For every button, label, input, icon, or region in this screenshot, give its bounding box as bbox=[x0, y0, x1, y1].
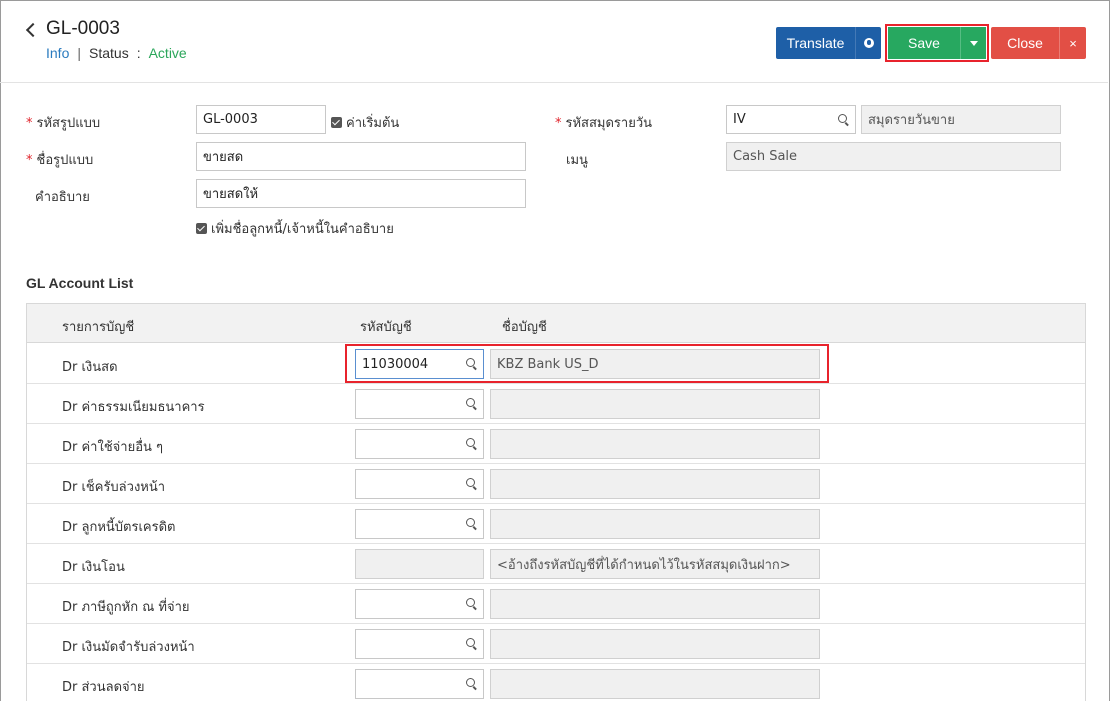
table-row: Dr ส่วนลดจ่าย bbox=[27, 664, 1085, 701]
account-name-field bbox=[490, 389, 820, 419]
globe-icon bbox=[863, 38, 874, 48]
search-icon[interactable] bbox=[466, 638, 478, 650]
journal-code-input[interactable]: IV bbox=[726, 105, 856, 134]
table-row: Dr เช็ครับล่วงหน้า bbox=[27, 464, 1085, 504]
search-icon[interactable] bbox=[466, 598, 478, 610]
add-name-checkbox-label: เพิ่มชื่อลูกหนี้/เจ้าหนี้ในคำอธิบาย bbox=[211, 222, 394, 237]
separator: | bbox=[77, 45, 81, 61]
menu-field: Cash Sale bbox=[726, 142, 1061, 171]
search-icon[interactable] bbox=[466, 478, 478, 490]
search-icon[interactable] bbox=[466, 438, 478, 450]
journal-code-label: * รหัสสมุดรายวัน bbox=[555, 116, 653, 131]
account-code-input[interactable] bbox=[355, 589, 484, 619]
status-line: Info | Status : Active bbox=[46, 45, 187, 61]
journal-name-field: สมุดรายวันขาย bbox=[861, 105, 1061, 134]
account-name-field bbox=[490, 629, 820, 659]
page-title: GL-0003 bbox=[46, 18, 120, 39]
description-input[interactable]: ขายสดให้ bbox=[196, 179, 526, 208]
checkbox-checked-icon bbox=[331, 117, 342, 128]
table-row: Dr ภาษีถูกหัก ณ ที่จ่าย bbox=[27, 584, 1085, 624]
translate-button[interactable]: Translate bbox=[776, 27, 855, 59]
account-code-input[interactable] bbox=[355, 669, 484, 699]
template-code-label: * รหัสรูปแบบ bbox=[26, 116, 101, 131]
column-header-name: ชื่อบัญชี bbox=[502, 320, 547, 335]
menu-label: เมนู bbox=[566, 153, 588, 168]
status-label: Status bbox=[89, 45, 129, 61]
info-link[interactable]: Info bbox=[46, 45, 69, 61]
table-row: Dr ลูกหนี้บัตรเครดิต bbox=[27, 504, 1085, 544]
back-chevron-icon[interactable] bbox=[24, 18, 38, 42]
gl-section-title: GL Account List bbox=[26, 275, 134, 291]
row-account-label: Dr ส่วนลดจ่าย bbox=[62, 680, 145, 695]
account-name-field bbox=[490, 429, 820, 459]
table-row: Dr เงินโอน <อ้างถึงรหัสบัญชีที่ได้กำหนดไว… bbox=[27, 544, 1085, 584]
caret-down-icon bbox=[969, 40, 978, 46]
table-row: Dr เงินมัดจำรับล่วงหน้า bbox=[27, 624, 1085, 664]
table-header: รายการบัญชี รหัสบัญชี ชื่อบัญชี bbox=[27, 304, 1085, 343]
search-icon[interactable] bbox=[838, 114, 850, 126]
account-name-field bbox=[490, 589, 820, 619]
account-name-field bbox=[490, 669, 820, 699]
account-name-field bbox=[490, 509, 820, 539]
status-badge: Active bbox=[148, 45, 187, 61]
account-code-input bbox=[355, 549, 484, 579]
save-options-button[interactable] bbox=[960, 27, 986, 59]
row-account-label: Dr เงินสด bbox=[62, 360, 118, 375]
account-code-input[interactable] bbox=[355, 509, 484, 539]
template-code-input[interactable]: GL-0003 bbox=[196, 105, 326, 134]
account-code-input[interactable] bbox=[355, 429, 484, 459]
save-button[interactable]: Save bbox=[888, 27, 960, 59]
search-icon[interactable] bbox=[466, 398, 478, 410]
search-icon[interactable] bbox=[466, 518, 478, 530]
row-highlight-box bbox=[345, 344, 829, 383]
add-name-checkbox[interactable]: เพิ่มชื่อลูกหนี้/เจ้าหนี้ในคำอธิบาย bbox=[196, 218, 394, 239]
account-name-field: <อ้างถึงรหัสบัญชีที่ได้กำหนดไว้ในรหัสสมุ… bbox=[490, 549, 820, 579]
default-checkbox[interactable]: ค่าเริ่มต้น bbox=[331, 112, 399, 133]
table-row: Dr ค่าใช้จ่ายอื่น ๆ bbox=[27, 424, 1085, 464]
default-checkbox-label: ค่าเริ่มต้น bbox=[346, 116, 400, 131]
account-code-input[interactable] bbox=[355, 629, 484, 659]
row-account-label: Dr เงินโอน bbox=[62, 560, 125, 575]
checkbox-checked-icon bbox=[196, 223, 207, 234]
account-code-input[interactable] bbox=[355, 389, 484, 419]
column-header-item: รายการบัญชี bbox=[62, 320, 135, 335]
close-button[interactable]: Close bbox=[991, 27, 1059, 59]
template-name-input[interactable]: ขายสด bbox=[196, 142, 526, 171]
row-account-label: Dr ภาษีถูกหัก ณ ที่จ่าย bbox=[62, 600, 190, 615]
table-row: Dr ค่าธรรมเนียมธนาคาร bbox=[27, 384, 1085, 424]
account-name-field bbox=[490, 469, 820, 499]
description-label: คำอธิบาย bbox=[35, 190, 90, 205]
language-button[interactable] bbox=[855, 27, 881, 59]
page-header: GL-0003 Info | Status : Active Translate… bbox=[0, 0, 1108, 83]
account-code-input[interactable] bbox=[355, 469, 484, 499]
row-account-label: Dr ค่าธรรมเนียมธนาคาร bbox=[62, 400, 205, 415]
row-account-label: Dr ลูกหนี้บัตรเครดิต bbox=[62, 520, 176, 535]
journal-code-value: IV bbox=[733, 112, 746, 127]
search-icon[interactable] bbox=[466, 678, 478, 690]
row-account-label: Dr เช็ครับล่วงหน้า bbox=[62, 480, 166, 495]
close-icon[interactable]: × bbox=[1059, 27, 1086, 59]
row-account-label: Dr ค่าใช้จ่ายอื่น ๆ bbox=[62, 440, 163, 455]
row-account-label: Dr เงินมัดจำรับล่วงหน้า bbox=[62, 640, 195, 655]
template-name-label: * ชื่อรูปแบบ bbox=[26, 153, 94, 168]
status-colon: : bbox=[136, 45, 141, 61]
column-header-code: รหัสบัญชี bbox=[360, 320, 412, 335]
